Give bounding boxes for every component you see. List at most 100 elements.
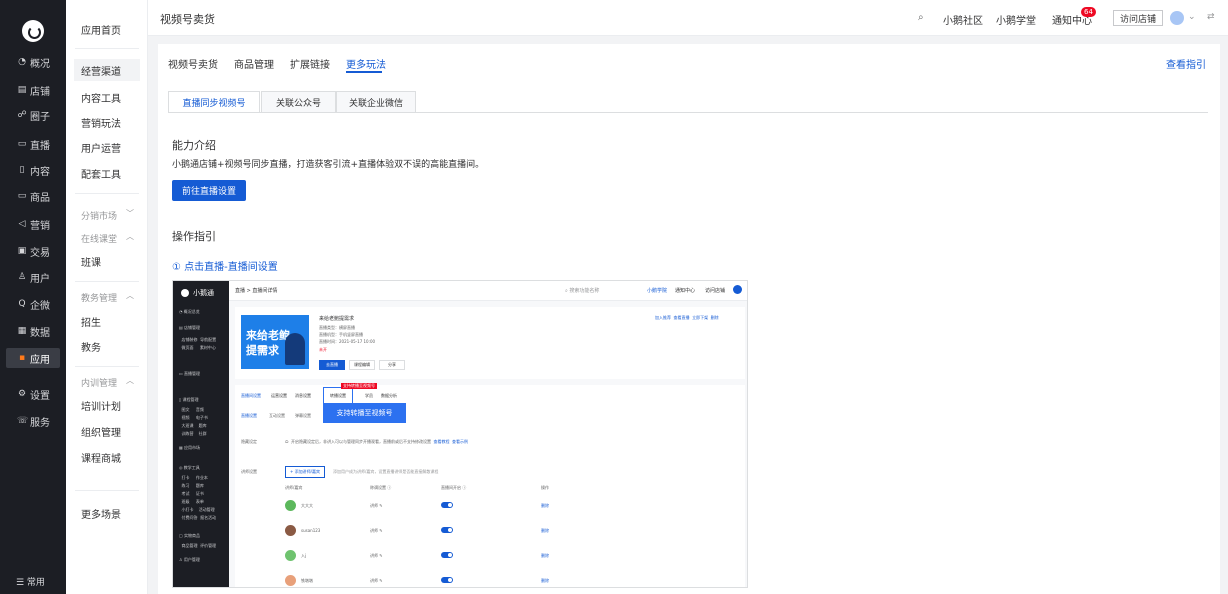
- shot-user: 铁墩墩: [301, 578, 313, 583]
- guide-screenshot: 小鹅通 ◔ 概况总览 ▤ 店铺管理 店铺装修 导航配置 微页面 素材中心 ▭ 直…: [172, 280, 748, 588]
- go-live-settings-button[interactable]: 前往直播设置: [172, 180, 246, 201]
- ops-title: 操作指引: [172, 230, 216, 243]
- main-panel: 视频号卖货 商品管理 扩展链接 更多玩法 查看指引 直播同步视频号 关联公众号 …: [158, 44, 1220, 594]
- app-logo[interactable]: [22, 20, 44, 42]
- user-avatar: [285, 525, 296, 536]
- side-item-user-ops[interactable]: 用户运营: [81, 140, 121, 155]
- side-item-enroll[interactable]: 招生: [81, 314, 101, 329]
- visit-store-button[interactable]: 访问店铺: [1113, 10, 1164, 26]
- side-group-distribution[interactable]: 分销市场 ﹀: [81, 209, 134, 222]
- side-item-tools[interactable]: 配套工具: [81, 166, 121, 181]
- side-item-content[interactable]: 内容工具: [81, 90, 121, 105]
- nav-item-label: 交易: [30, 247, 50, 259]
- chevron-down-icon[interactable]: ⌄: [1188, 12, 1196, 22]
- chevron-up-icon: ︿: [126, 376, 134, 385]
- side-group-edu[interactable]: 教务管理 ︿: [81, 291, 134, 304]
- tab-video-sales[interactable]: 视频号卖货: [168, 56, 218, 71]
- shot-tip-live-to-video: 支持转播至视频号: [323, 403, 406, 423]
- toggle: [441, 502, 453, 508]
- nav-item-content[interactable]: ▯ 内容: [6, 160, 60, 180]
- shot-user: 大大大: [301, 503, 313, 508]
- link-community[interactable]: 小鹅社区: [943, 12, 983, 27]
- subtab-live-sync[interactable]: 直播同步视频号: [168, 91, 260, 113]
- nav-item-product[interactable]: ▭ 商品: [6, 186, 60, 206]
- circle-icon: ☍: [17, 110, 27, 120]
- service-icon: ☏: [17, 416, 29, 426]
- nav-item-trade[interactable]: ▣ 交易: [6, 241, 60, 261]
- shot-logo-icon: [181, 289, 189, 297]
- nav-item-marketing[interactable]: ◁ 营销: [6, 214, 60, 234]
- side-group-training[interactable]: 内训管理 ︿: [81, 376, 134, 389]
- nav-item-apps[interactable]: ▪ 应用: [6, 348, 60, 368]
- nav-item-label: 店铺: [30, 86, 50, 98]
- side-home[interactable]: 应用首页: [81, 22, 121, 37]
- nav-item-live[interactable]: ▭ 直播: [6, 134, 60, 154]
- settings-icon: ⚙: [17, 389, 27, 399]
- intro-desc: 小鹅通店铺+视频号同步直播，打造获客引流+直播体验双不误的高能直播间。: [172, 160, 485, 170]
- active-tab-indicator: [346, 71, 382, 73]
- overview-icon: ◔: [18, 57, 26, 67]
- subtab-official-account[interactable]: 关联公众号: [261, 91, 336, 113]
- global-nav: ◔ 概况 ▤ 店铺 ☍ 圈子 ▭ 直播 ▯ 内容 ▭ 商品 ◁ 营销 ▣ 交易 ♙ 用户 Q 企微 ▦ 数据 ▪ 应用 ⚙ 设置 ☏…: [0, 0, 66, 594]
- content-icon: ▯: [19, 165, 25, 175]
- side-item-more[interactable]: 更多场景: [81, 506, 121, 521]
- subtab-wecom[interactable]: 关联企业微信: [336, 91, 416, 113]
- trade-icon: ▣: [17, 246, 27, 256]
- side-item-plan[interactable]: 培训计划: [81, 398, 121, 413]
- wecom-icon: Q: [18, 299, 26, 309]
- chevron-down-icon: ﹀: [126, 209, 134, 218]
- nav-item-wecom[interactable]: Q 企微: [6, 294, 60, 314]
- shot-sidebar: 小鹅通 ◔ 概况总览 ▤ 店铺管理 店铺装修 导航配置 微页面 素材中心 ▭ 直…: [173, 281, 229, 587]
- search-icon[interactable]: ⌕: [918, 12, 924, 23]
- nav-item-overview[interactable]: ◔ 概况: [6, 52, 60, 72]
- nav-item-store[interactable]: ▤ 店铺: [6, 80, 60, 100]
- side-item-org[interactable]: 组织管理: [81, 424, 121, 439]
- nav-item-label: 商品: [30, 192, 50, 204]
- side-item-class[interactable]: 班课: [81, 254, 101, 269]
- nav-item-label: 直播: [30, 140, 50, 152]
- user-avatar: [285, 500, 296, 511]
- nav-item-label: 企微: [30, 300, 50, 312]
- store-icon: ▤: [17, 85, 27, 95]
- side-item-channel[interactable]: 经营渠道: [74, 59, 140, 81]
- user-avatar: [285, 550, 296, 561]
- avatar[interactable]: [1170, 11, 1184, 25]
- marketing-icon: ◁: [18, 219, 26, 229]
- toggle: [441, 577, 453, 583]
- view-guide-link[interactable]: 查看指引: [1166, 56, 1206, 71]
- side-item-marketing[interactable]: 营销玩法: [81, 115, 121, 130]
- user-icon: ♙: [17, 272, 27, 282]
- nav-item-label: 数据: [30, 327, 50, 339]
- toggle: [441, 552, 453, 558]
- live-icon: ▭: [17, 139, 27, 149]
- apps-icon: ▪: [18, 353, 26, 363]
- notify-badge: 64: [1081, 7, 1096, 17]
- nav-item-circle[interactable]: ☍ 圈子: [6, 105, 60, 125]
- nav-common[interactable]: ☰ 常用: [0, 575, 66, 588]
- switch-icon[interactable]: ⇄: [1207, 12, 1215, 22]
- tab-product[interactable]: 商品管理: [234, 56, 274, 71]
- app-sidebar: 应用首页 经营渠道 内容工具 营销玩法 用户运营 配套工具 分销市场 ﹀ 在线课堂…: [66, 0, 148, 594]
- chevron-up-icon: ︿: [126, 232, 134, 241]
- intro-title: 能力介绍: [172, 139, 216, 152]
- side-item-course-mall[interactable]: 课程商城: [81, 450, 121, 465]
- page-title: 视频号卖货: [160, 13, 215, 26]
- nav-item-label: 设置: [30, 390, 50, 402]
- nav-item-service[interactable]: ☏ 服务: [6, 411, 60, 431]
- nav-item-data[interactable]: ▦ 数据: [6, 321, 60, 341]
- link-academy[interactable]: 小鹅学堂: [996, 12, 1036, 27]
- nav-item-label: 用户: [30, 273, 50, 285]
- side-group-course[interactable]: 在线课堂 ︿: [81, 232, 134, 245]
- shot-poster: 来给老鲍 提需求: [241, 315, 309, 369]
- shot-user: 入j: [301, 553, 307, 558]
- nav-item-label: 应用: [30, 354, 50, 366]
- nav-item-settings[interactable]: ⚙ 设置: [6, 384, 60, 404]
- step-1-link[interactable]: ① 点击直播-直播间设置: [172, 258, 278, 273]
- side-item-teaching[interactable]: 教务: [81, 339, 101, 354]
- nav-item-user[interactable]: ♙ 用户: [6, 267, 60, 287]
- product-icon: ▭: [17, 191, 27, 201]
- nav-item-label: 营销: [30, 220, 50, 232]
- tab-more[interactable]: 更多玩法: [346, 56, 386, 71]
- chevron-up-icon: ︿: [126, 291, 134, 300]
- tab-link[interactable]: 扩展链接: [290, 56, 330, 71]
